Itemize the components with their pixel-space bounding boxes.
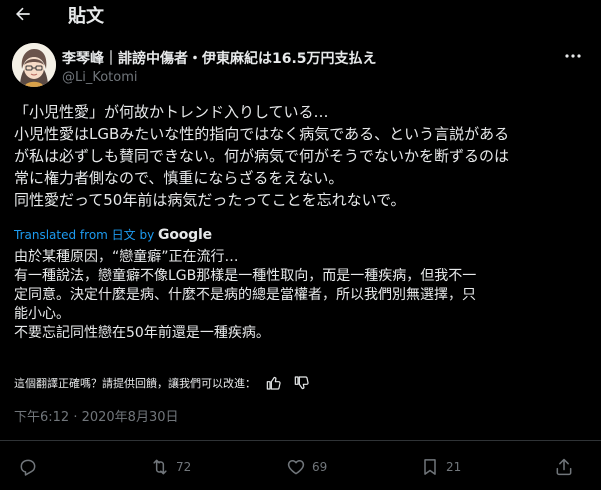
like-button[interactable]: 69 xyxy=(286,456,327,478)
translation-prefix: Translated from 日文 by xyxy=(14,228,155,242)
top-bar: 貼文 xyxy=(0,0,601,30)
avatar[interactable] xyxy=(12,43,56,87)
tweet-text-line: 「小児性愛」が何故かトレンド入りしている… xyxy=(14,103,329,121)
thumbs-up-icon xyxy=(266,376,281,390)
thumbs-up-button[interactable] xyxy=(264,373,284,393)
arrow-left-icon xyxy=(16,7,30,21)
page-title: 貼文 xyxy=(68,6,104,27)
retweet-button[interactable]: 72 xyxy=(150,456,191,478)
google-logo: Google xyxy=(158,227,212,243)
bookmark-icon xyxy=(424,459,436,475)
avatar-illustration xyxy=(12,43,56,87)
more-horizontal-icon xyxy=(565,54,581,58)
thumbs-down-icon xyxy=(294,376,309,390)
tweet-original-text: 「小児性愛」が何故かトレンド入りしている… 小児性愛はLGBみたいな性的指向では… xyxy=(14,101,594,211)
more-options-button[interactable] xyxy=(562,48,584,64)
thumbs-down-button[interactable] xyxy=(292,373,312,393)
feedback-prompt: 這個翻譯正確嗎？請提供回饋，讓我們可以改進： xyxy=(14,377,256,390)
translation-attribution[interactable]: Translated from 日文 by Google xyxy=(14,226,212,243)
tweet-text-line: 同性愛だって50年前は病気だったってことを忘れないで。 xyxy=(14,191,406,209)
translated-text-line: 不要忘記同性戀在50年前還是一種疾病。 xyxy=(14,325,270,341)
retweet-icon xyxy=(153,459,167,475)
tweet-text-line: 小児性愛はLGBみたいな性的指向ではなく病気である、という言説がある xyxy=(14,125,510,143)
like-count: 69 xyxy=(312,460,328,474)
author-handle[interactable]: @Li_Kotomi xyxy=(62,70,138,85)
bookmark-count: 21 xyxy=(446,460,462,474)
tweet-text-line: 常に権力者側なので、慎重にならざるをえない。 xyxy=(14,169,344,187)
bookmark-button[interactable]: 21 xyxy=(420,456,461,478)
retweet-count: 72 xyxy=(176,460,192,474)
reply-icon xyxy=(20,459,36,476)
share-button[interactable] xyxy=(554,456,574,478)
translated-text-line: 有一種說法，戀童癖不像LGB那樣是一種性取向，而是一種疾病，但我不一 xyxy=(14,268,477,284)
heart-icon xyxy=(287,460,305,475)
divider xyxy=(0,440,601,441)
translated-text-line: 定同意。決定什麼是病、什麼不是病的總是當權者，所以我們別無選擇，只 xyxy=(14,287,476,303)
reply-button[interactable] xyxy=(18,456,44,478)
author-display-name[interactable]: 李琴峰｜誹謗中傷者・伊東麻紀は16.5万円支払え xyxy=(62,48,377,68)
translated-text-line: 由於某種原因，“戀童癖”正在流行… xyxy=(14,249,239,265)
translated-text-line: 能小心。 xyxy=(14,306,70,322)
translation-feedback: 這個翻譯正確嗎？請提供回饋，讓我們可以改進： xyxy=(14,373,312,393)
tweet-text-line: が私は必ずしも賛同できない。何が病気で何がそうでないかを断ずるのは xyxy=(14,147,510,165)
share-icon xyxy=(556,458,572,476)
tweet-timestamp[interactable]: 下午6:12 · 2020年8月30日 xyxy=(14,406,179,425)
tweet-translated-text: 由於某種原因，“戀童癖”正在流行… 有一種說法，戀童癖不像LGB那樣是一種性取向… xyxy=(14,248,594,343)
back-button[interactable] xyxy=(12,3,34,25)
